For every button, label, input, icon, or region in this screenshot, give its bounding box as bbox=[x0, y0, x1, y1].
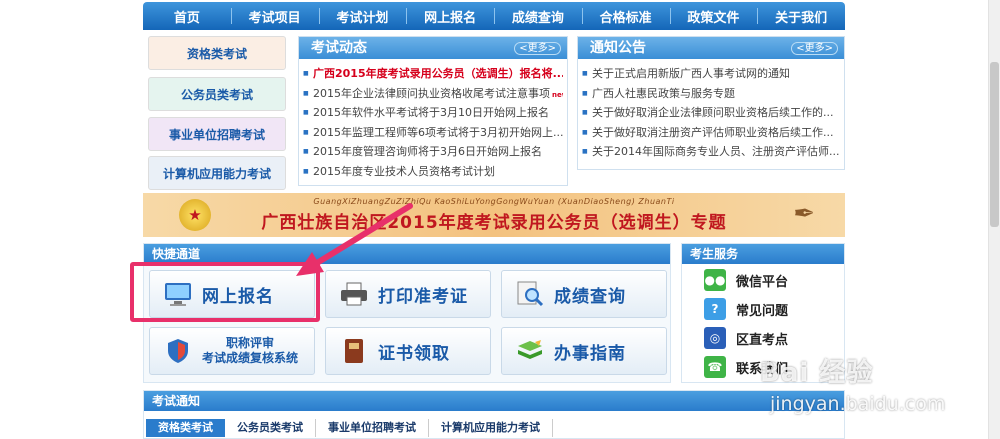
civil-servant-special-banner[interactable]: ★ GuangXiZhuangZuZiZhiQu KaoShiLuYongGon… bbox=[143, 193, 845, 237]
notice-more-link[interactable]: <更多> bbox=[791, 42, 838, 55]
tab-public-institution-exam[interactable]: 事业单位招聘考试 bbox=[316, 419, 429, 437]
notice-item[interactable]: 关于做好取消注册资产评估师职业资格后续工作... bbox=[582, 123, 840, 143]
print-admission-ticket-button[interactable]: 打印准考证 bbox=[325, 270, 491, 318]
notice-item[interactable]: 关于正式启用新版广西人事考试网的通知 bbox=[582, 64, 840, 84]
news-list: 广西2015年度考试录用公务员（选调生）报名将...new 2015年企业法律顾… bbox=[303, 64, 563, 181]
service-guide-button[interactable]: 办事指南 bbox=[501, 327, 667, 375]
magnifier-document-icon bbox=[514, 279, 546, 309]
news-item[interactable]: 2015年软件水平考试将于3月10日开始网上报名 bbox=[303, 103, 563, 123]
certificate-collection-label: 证书领取 bbox=[378, 343, 450, 364]
print-admission-ticket-label: 打印准考证 bbox=[378, 286, 468, 307]
exam-sites-link[interactable]: ◎ 区直考点 bbox=[704, 325, 788, 351]
nav-about-us[interactable]: 关于我们 bbox=[757, 2, 845, 30]
service-guide-label: 办事指南 bbox=[554, 343, 626, 364]
news-item[interactable]: 2015年企业法律顾问执业资格收尾考试注意事项new bbox=[303, 84, 563, 104]
exam-notice-section: 考试通知 资格类考试 公务员类考试 事业单位招聘考试 计算机应用能力考试 bbox=[143, 390, 845, 439]
wechat-platform-link[interactable]: ●● 微信平台 bbox=[704, 267, 788, 293]
location-icon: ◎ bbox=[704, 327, 726, 349]
wechat-icon: ●● bbox=[704, 269, 726, 291]
category-civil-servant-exam[interactable]: 公务员类考试 bbox=[148, 77, 286, 111]
nav-score-query[interactable]: 成绩查询 bbox=[494, 2, 582, 30]
printer-icon bbox=[338, 279, 370, 309]
category-public-institution-exam[interactable]: 事业单位招聘考试 bbox=[148, 117, 286, 151]
nav-exam-plan[interactable]: 考试计划 bbox=[318, 2, 407, 30]
notice-panel: 通知公告 <更多> 关于正式启用新版广西人事考试网的通知 广西人社惠民政策与服务… bbox=[577, 36, 845, 170]
new-badge: new bbox=[552, 90, 563, 99]
baidu-jingyan-watermark: Bai 经验 bbox=[760, 358, 874, 388]
phone-icon: ☎ bbox=[704, 356, 726, 378]
news-item[interactable]: 2015年监理工程师等6项考试将于3月初开始网上... bbox=[303, 123, 563, 143]
title-review-score-recheck-label: 职称评审 考试成绩复核系统 bbox=[202, 336, 299, 365]
tab-computer-skill-exam[interactable]: 计算机应用能力考试 bbox=[429, 419, 553, 437]
exam-notice-title: 考试通知 bbox=[144, 391, 844, 411]
news-item[interactable]: 2015年度专业技术人员资格考试计划 bbox=[303, 162, 563, 182]
nav-pass-standard[interactable]: 合格标准 bbox=[581, 2, 670, 30]
question-icon: ? bbox=[704, 298, 726, 320]
notice-list: 关于正式启用新版广西人事考试网的通知 广西人社惠民政策与服务专题 关于做好取消企… bbox=[582, 64, 840, 162]
annotation-highlight-box bbox=[130, 262, 320, 322]
certificate-collection-button[interactable]: 证书领取 bbox=[325, 327, 491, 375]
notice-panel-title: 通知公告 bbox=[590, 40, 646, 56]
pen-icon: ✒ bbox=[793, 199, 815, 229]
news-item[interactable]: 广西2015年度考试录用公务员（选调生）报名将...new bbox=[303, 64, 563, 84]
title-review-score-recheck-button[interactable]: 职称评审 考试成绩复核系统 bbox=[149, 327, 315, 375]
guide-book-icon bbox=[514, 336, 546, 366]
category-qualification-exam[interactable]: 资格类考试 bbox=[148, 36, 286, 70]
news-more-link[interactable]: <更多> bbox=[514, 42, 561, 55]
notice-item[interactable]: 广西人社惠民政策与服务专题 bbox=[582, 84, 840, 104]
certificate-book-icon bbox=[338, 336, 370, 366]
nav-exam-items[interactable]: 考试项目 bbox=[230, 2, 319, 30]
news-panel-header: 考试动态 <更多> bbox=[299, 37, 567, 59]
scrollbar-thumb[interactable] bbox=[990, 62, 999, 227]
notice-item[interactable]: 关于2014年国际商务专业人员、注册资产评估师... bbox=[582, 142, 840, 162]
notice-panel-header: 通知公告 <更多> bbox=[578, 37, 844, 59]
news-panel-title: 考试动态 bbox=[311, 40, 367, 56]
banner-title: 广西壮族自治区2015年度考试录用公务员（选调生）专题 bbox=[261, 213, 727, 233]
tab-civil-servant-exam[interactable]: 公务员类考试 bbox=[225, 419, 316, 437]
faq-link[interactable]: ? 常见问题 bbox=[704, 296, 788, 322]
main-nav: 首页 考试项目 考试计划 网上报名 成绩查询 合格标准 政策文件 关于我们 bbox=[143, 2, 845, 30]
quick-channel-title: 快捷通道 bbox=[144, 244, 670, 264]
news-panel: 考试动态 <更多> 广西2015年度考试录用公务员（选调生）报名将...new … bbox=[298, 36, 568, 186]
news-item[interactable]: 2015年度管理咨询师将于3月6日开始网上报名 bbox=[303, 142, 563, 162]
shield-icon bbox=[162, 336, 194, 366]
candidate-services-title: 考生服务 bbox=[682, 244, 844, 264]
watermark-url: jingyan.baidu.com bbox=[770, 393, 946, 415]
exam-notice-tabs: 资格类考试 公务员类考试 事业单位招聘考试 计算机应用能力考试 bbox=[146, 419, 553, 437]
notice-item[interactable]: 关于做好取消企业法律顾问职业资格后续工作的... bbox=[582, 103, 840, 123]
category-computer-skill-exam[interactable]: 计算机应用能力考试 bbox=[148, 156, 286, 190]
banner-pinyin-subtitle: GuangXiZhuangZuZiZhiQu KaoShiLuYongGongW… bbox=[313, 197, 675, 206]
score-query-label: 成绩查询 bbox=[554, 286, 626, 307]
nav-home[interactable]: 首页 bbox=[143, 2, 231, 30]
nav-online-registration[interactable]: 网上报名 bbox=[406, 2, 494, 30]
tab-qualification-exam[interactable]: 资格类考试 bbox=[146, 419, 225, 437]
score-query-button[interactable]: 成绩查询 bbox=[501, 270, 667, 318]
nav-policy-files[interactable]: 政策文件 bbox=[669, 2, 758, 30]
